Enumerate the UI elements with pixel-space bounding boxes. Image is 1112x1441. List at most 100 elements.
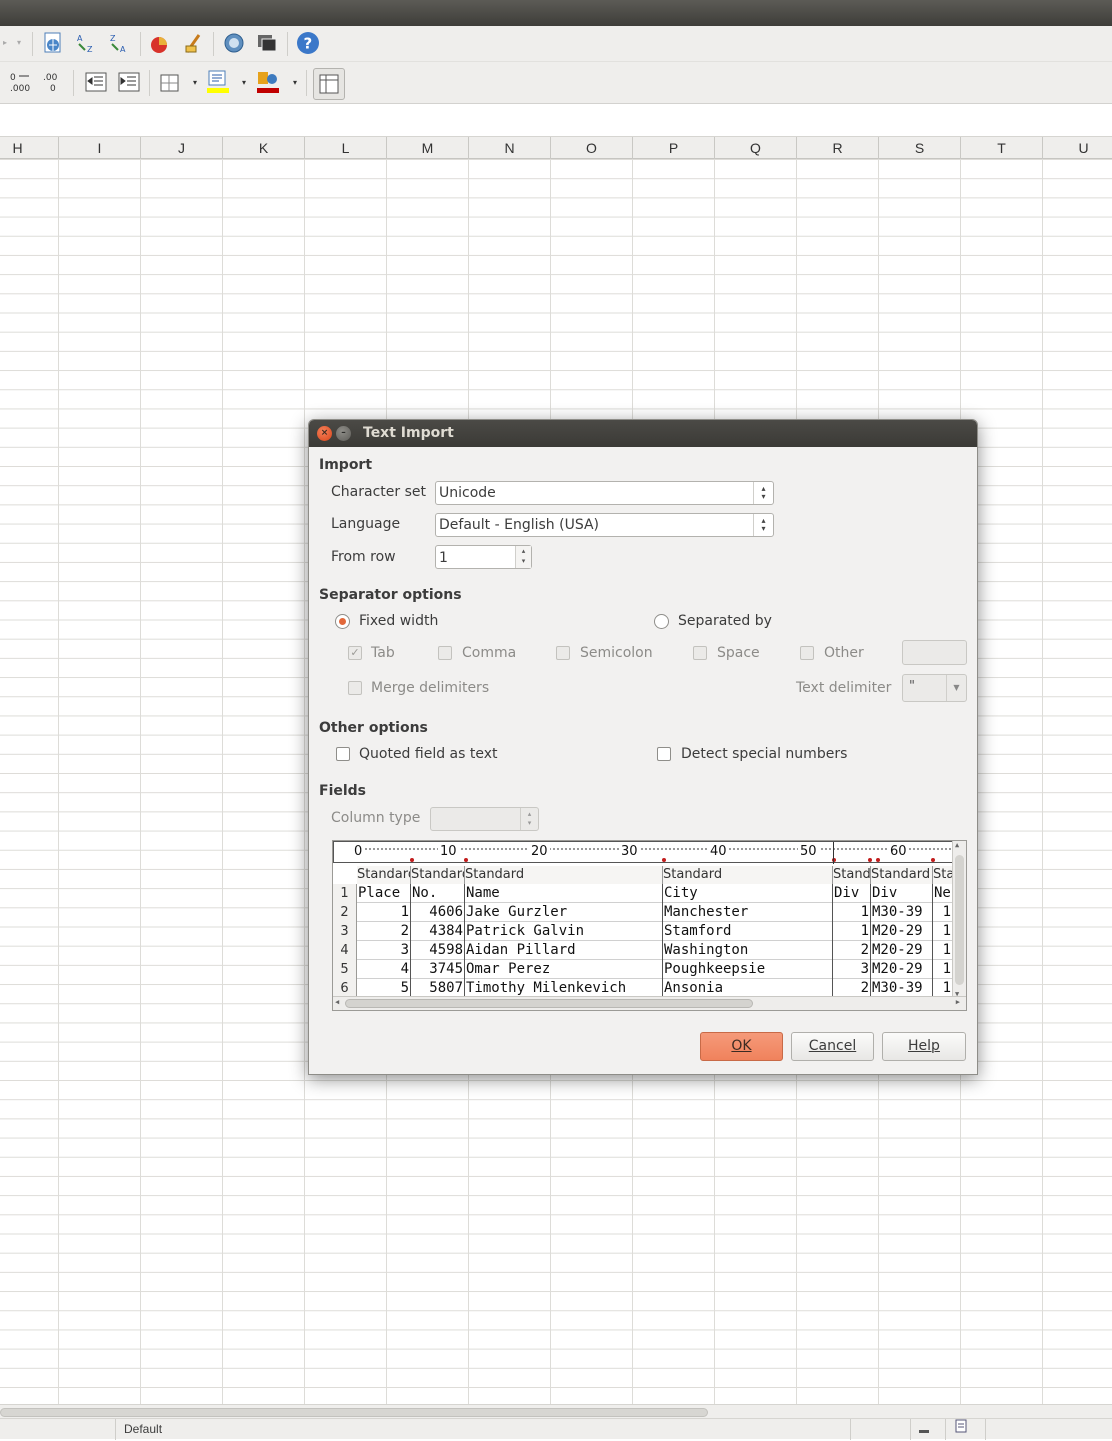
selection-mode-icon[interactable]: ▬ xyxy=(910,1419,945,1440)
gallery-icon[interactable] xyxy=(255,31,279,55)
column-type-header[interactable]: Standard xyxy=(411,866,465,884)
grid-line xyxy=(1042,159,1043,1404)
separated-by-radio[interactable] xyxy=(654,614,669,629)
column-header[interactable]: L xyxy=(305,137,387,159)
detect-special-numbers-checkbox[interactable] xyxy=(657,747,671,761)
borders-dropdown-icon[interactable]: ▾ xyxy=(190,78,200,88)
tab-checkbox[interactable]: ✓ xyxy=(348,646,362,660)
scroll-up-icon[interactable]: ▲ xyxy=(955,841,959,849)
column-header[interactable]: R xyxy=(797,137,879,159)
column-header[interactable]: J xyxy=(141,137,223,159)
language-select[interactable]: Default - English (USA) ▴ ▾ xyxy=(435,513,774,537)
detect-special-numbers-label[interactable]: Detect special numbers xyxy=(681,746,847,762)
other-separator-input[interactable] xyxy=(902,640,967,665)
text-delimiter-select[interactable]: " ▼ xyxy=(902,674,967,702)
preview-horizontal-scrollbar[interactable]: ◀ ▶ xyxy=(333,996,966,1010)
close-icon[interactable]: × xyxy=(317,426,332,441)
sort-ascending-icon[interactable]: AZ xyxy=(75,31,99,55)
column-header[interactable]: K xyxy=(223,137,305,159)
scrollbar-thumb[interactable] xyxy=(955,855,964,985)
column-header[interactable]: H xyxy=(0,137,59,159)
redo-dropdown-icon[interactable]: ▾ xyxy=(14,38,24,48)
scrollbar-thumb[interactable] xyxy=(0,1408,708,1417)
column-type-select[interactable]: ▴ ▾ xyxy=(430,807,539,831)
navigator-icon[interactable] xyxy=(222,31,246,55)
preview-ruler[interactable]: 0 10 20 30 40 50 60 xyxy=(333,841,954,864)
delete-decimal-icon[interactable]: .00 0 xyxy=(42,70,66,94)
background-color-dropdown-icon[interactable]: ▾ xyxy=(239,78,249,88)
column-header[interactable]: P xyxy=(633,137,715,159)
quoted-field-label[interactable]: Quoted field as text xyxy=(359,746,498,762)
column-split-marker[interactable] xyxy=(410,858,414,862)
toggle-grid-icon[interactable] xyxy=(313,68,345,100)
cancel-button[interactable]: Cancel xyxy=(791,1032,874,1061)
insert-hyperlink-icon[interactable] xyxy=(41,31,65,55)
font-color-dropdown-icon[interactable]: ▾ xyxy=(290,78,300,88)
column-type-header[interactable]: Standard xyxy=(933,866,953,884)
spin-arrows-icon[interactable]: ▴ ▾ xyxy=(515,546,531,568)
column-split-marker[interactable] xyxy=(464,858,468,862)
column-type-header[interactable]: Standard xyxy=(833,866,871,884)
row-number: 1 xyxy=(333,884,357,903)
column-type-header[interactable]: Standard xyxy=(663,866,833,884)
from-row-spinner[interactable]: 1 ▴ ▾ xyxy=(435,545,532,569)
preview-cell: 1 xyxy=(933,941,953,960)
column-headers: HIJKLMNOPQRSTU xyxy=(0,137,1112,159)
background-color-icon[interactable] xyxy=(206,70,230,94)
other-checkbox[interactable] xyxy=(800,646,814,660)
minimize-icon[interactable]: – xyxy=(336,426,351,441)
column-split-marker[interactable] xyxy=(868,858,872,862)
preview-cell: 3 xyxy=(357,941,411,960)
column-header[interactable]: T xyxy=(961,137,1043,159)
semicolon-label: Semicolon xyxy=(580,645,653,661)
scrollbar-thumb[interactable] xyxy=(345,999,753,1008)
column-header[interactable]: Q xyxy=(715,137,797,159)
formula-input-line[interactable] xyxy=(0,104,1112,137)
increase-indent-icon[interactable] xyxy=(117,70,141,94)
column-header[interactable]: U xyxy=(1043,137,1112,159)
separated-by-label[interactable]: Separated by xyxy=(678,613,772,629)
from-row-label: From row xyxy=(331,549,396,565)
decrease-indent-icon[interactable] xyxy=(84,70,108,94)
column-split-marker[interactable] xyxy=(662,858,666,862)
column-split-marker[interactable] xyxy=(876,858,880,862)
column-header[interactable]: N xyxy=(469,137,551,159)
scroll-right-icon[interactable]: ▶ xyxy=(956,998,960,1006)
column-type-header[interactable]: Standard xyxy=(871,866,933,884)
preview-vertical-scrollbar[interactable]: ▲ ▼ xyxy=(952,841,966,998)
fields-preview[interactable]: 0 10 20 30 40 50 60 Standard Standard Standard St… xyxy=(332,840,967,1011)
column-header[interactable]: S xyxy=(879,137,961,159)
fixed-width-radio[interactable] xyxy=(335,614,350,629)
sort-descending-icon[interactable]: ZA xyxy=(108,31,132,55)
merge-delimiters-checkbox[interactable] xyxy=(348,681,362,695)
grid-line xyxy=(58,159,59,1404)
preview-cell: 1 xyxy=(357,903,411,922)
comma-checkbox[interactable] xyxy=(438,646,452,660)
ruler-number: 20 xyxy=(529,844,550,859)
space-checkbox[interactable] xyxy=(693,646,707,660)
draw-functions-icon[interactable] xyxy=(182,31,206,55)
font-color-icon[interactable] xyxy=(256,70,280,94)
quoted-field-checkbox[interactable] xyxy=(336,747,350,761)
help-button[interactable]: Help xyxy=(882,1032,966,1061)
column-type-header[interactable]: Standard xyxy=(465,866,663,884)
toolbar-separator xyxy=(287,32,288,56)
column-header[interactable]: I xyxy=(59,137,141,159)
insert-chart-icon[interactable] xyxy=(148,31,172,55)
column-header[interactable]: O xyxy=(551,137,633,159)
zoom-area[interactable] xyxy=(985,1419,1112,1440)
borders-icon[interactable] xyxy=(158,71,182,95)
column-header[interactable]: M xyxy=(387,137,469,159)
help-icon[interactable]: ? xyxy=(296,31,320,55)
scroll-left-icon[interactable]: ◀ xyxy=(335,998,339,1006)
ok-button[interactable]: OK xyxy=(700,1032,783,1061)
add-decimal-icon[interactable]: 0.000 xyxy=(9,70,33,94)
sheet-horizontal-scrollbar[interactable] xyxy=(0,1404,1112,1418)
redo-icon[interactable]: ▸ xyxy=(0,38,10,48)
language-value: Default - English (USA) xyxy=(439,517,600,533)
character-set-select[interactable]: Unicode ▴ ▾ xyxy=(435,481,774,505)
column-split-marker[interactable] xyxy=(931,858,935,862)
column-type-header[interactable]: Standard xyxy=(357,866,411,884)
semicolon-checkbox[interactable] xyxy=(556,646,570,660)
fixed-width-label[interactable]: Fixed width xyxy=(359,613,438,629)
